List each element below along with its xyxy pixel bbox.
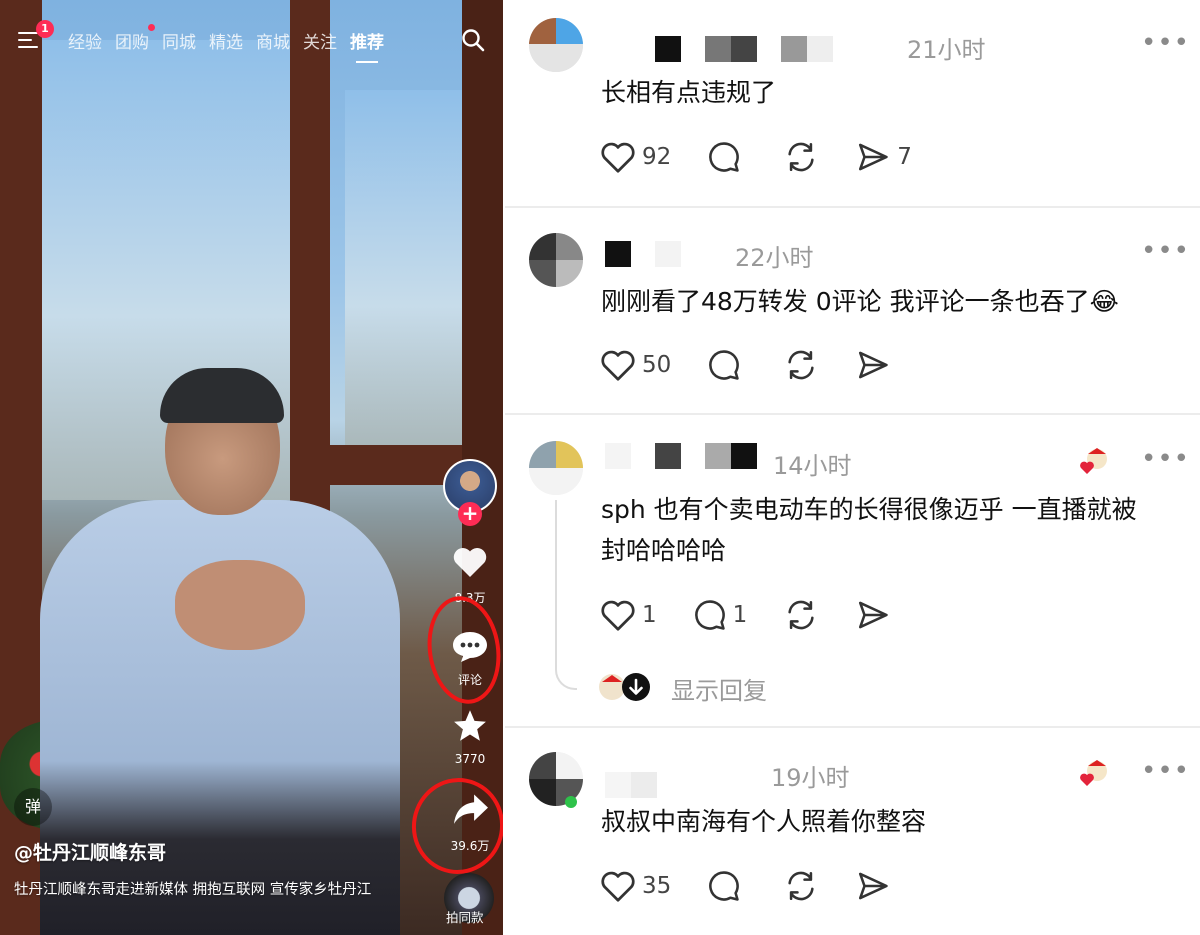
comment-actions: 50 [600,348,933,382]
tab-label: 团购 [115,32,149,53]
send-icon [859,601,889,629]
comment-text-line: 封哈哈哈哈 [601,536,727,565]
creator-like-sticker-icon [1080,760,1107,786]
reply-button[interactable] [707,140,747,174]
heart-icon[interactable] [452,545,488,579]
more-icon[interactable]: ••• [1141,236,1190,266]
send-icon [859,351,889,379]
tab-recommended[interactable]: 推荐 [350,28,384,63]
avatar[interactable] [529,233,583,287]
share-count: 7 [897,144,912,170]
tab-experience[interactable]: 经验 [68,28,102,53]
reply-button[interactable] [707,869,747,903]
reply-button[interactable] [707,348,747,382]
like-button[interactable]: 50 [600,348,671,382]
more-icon[interactable]: ••• [1141,28,1190,58]
comment-icon[interactable] [451,630,489,664]
comment-time: 14小时 [773,452,852,480]
comment-text: 叔叔中南海有个人照着你整容 [601,807,927,836]
thread-line [555,500,577,690]
comment-text: 长相有点违规了 [601,78,777,107]
video-player[interactable]: 1 经验 团购 同城 精选 商城 关注 推荐 + 8.3万 评论 3770 39… [0,0,503,935]
send-button[interactable] [855,598,897,632]
comment-icon [694,600,725,630]
repost-button[interactable] [783,348,819,382]
online-dot [565,796,577,808]
like-count: 1 [642,602,657,628]
like-count: 92 [642,144,672,170]
repost-icon [788,600,814,630]
repost-icon [788,350,814,380]
comment-list: 21小时 ••• 长相有点违规了 92 7 22小时 ••• 刚刚看了48万转发… [505,0,1200,935]
divider [505,206,1200,208]
new-dot [148,23,155,31]
comment-text-line: sph 也有个卖电动车的长得很像迈乎 一直播就被 [601,495,1137,524]
share-icon[interactable] [452,793,490,827]
follow-button[interactable]: + [458,502,482,526]
heart-icon [601,350,635,381]
send-icon [859,143,889,171]
tab-group-buy[interactable]: 团购 [115,23,155,53]
divider [505,413,1200,415]
comment-actions: 92 7 [600,140,948,174]
repost-icon [788,871,814,901]
heart-icon [601,871,635,902]
reply-button[interactable]: 1 [693,598,748,632]
comment-icon [709,871,740,901]
comment-icon [709,142,740,172]
repost-button[interactable] [783,598,819,632]
like-count: 35 [642,873,672,899]
send-button[interactable]: 7 [855,140,912,174]
danmu-toggle[interactable]: 弹 [14,788,52,826]
reply-count: 1 [732,602,748,628]
repost-icon [788,142,814,172]
repost-button[interactable] [783,869,819,903]
comment-time: 22小时 [735,244,814,272]
avatar[interactable] [529,441,583,495]
like-button[interactable]: 92 [600,140,671,174]
video-description: 牡丹江顺峰东哥走进新媒体 拥抱互联网 宣传家乡牡丹江 [14,882,372,898]
tab-local[interactable]: 同城 [162,28,196,53]
star-icon[interactable] [452,708,488,744]
comment-actions: 35 [600,869,933,903]
tab-featured[interactable]: 精选 [209,28,243,53]
send-button[interactable] [855,869,897,903]
send-icon [859,872,889,900]
favorite-count: 3770 [454,752,486,766]
like-count: 50 [642,352,672,378]
like-button[interactable]: 1 [600,598,657,632]
comment-text: sph 也有个卖电动车的长得很像迈乎 一直播就被 封哈哈哈哈 [601,489,1161,571]
author-handle[interactable]: @牡丹江顺峰东哥 [14,838,166,865]
more-icon[interactable]: ••• [1141,756,1190,786]
comment-time: 21小时 [907,36,986,64]
tab-following[interactable]: 关注 [303,28,337,53]
heart-icon [601,142,635,173]
search-icon[interactable] [461,28,485,52]
comment-icon [709,350,740,380]
notification-badge: 1 [36,20,54,38]
use-sound-label[interactable]: 拍同款 [446,907,484,926]
comment-label: 评论 [457,673,482,687]
menu-icon[interactable]: 1 [18,20,54,50]
chevron-down-icon [622,673,650,701]
heart-icon [601,600,635,631]
tab-mall[interactable]: 商城 [256,28,290,53]
send-button[interactable] [855,348,897,382]
more-icon[interactable]: ••• [1141,444,1190,474]
window-pane-right [345,90,465,450]
comment-time: 19小时 [771,764,850,792]
creator-like-sticker-icon [1080,448,1107,474]
repost-button[interactable] [783,140,819,174]
divider [505,726,1200,728]
share-count: 39.6万 [450,839,490,853]
show-replies-label[interactable]: 显示回复 [671,671,767,706]
comment-text: 刚刚看了48万转发 0评论 我评论一条也吞了😂 [601,287,1119,316]
comment-actions: 1 1 [600,598,933,632]
avatar[interactable] [529,18,583,72]
top-nav: 1 经验 团购 同城 精选 商城 关注 推荐 [0,0,503,80]
like-button[interactable]: 35 [600,869,671,903]
person-hands [175,560,305,650]
